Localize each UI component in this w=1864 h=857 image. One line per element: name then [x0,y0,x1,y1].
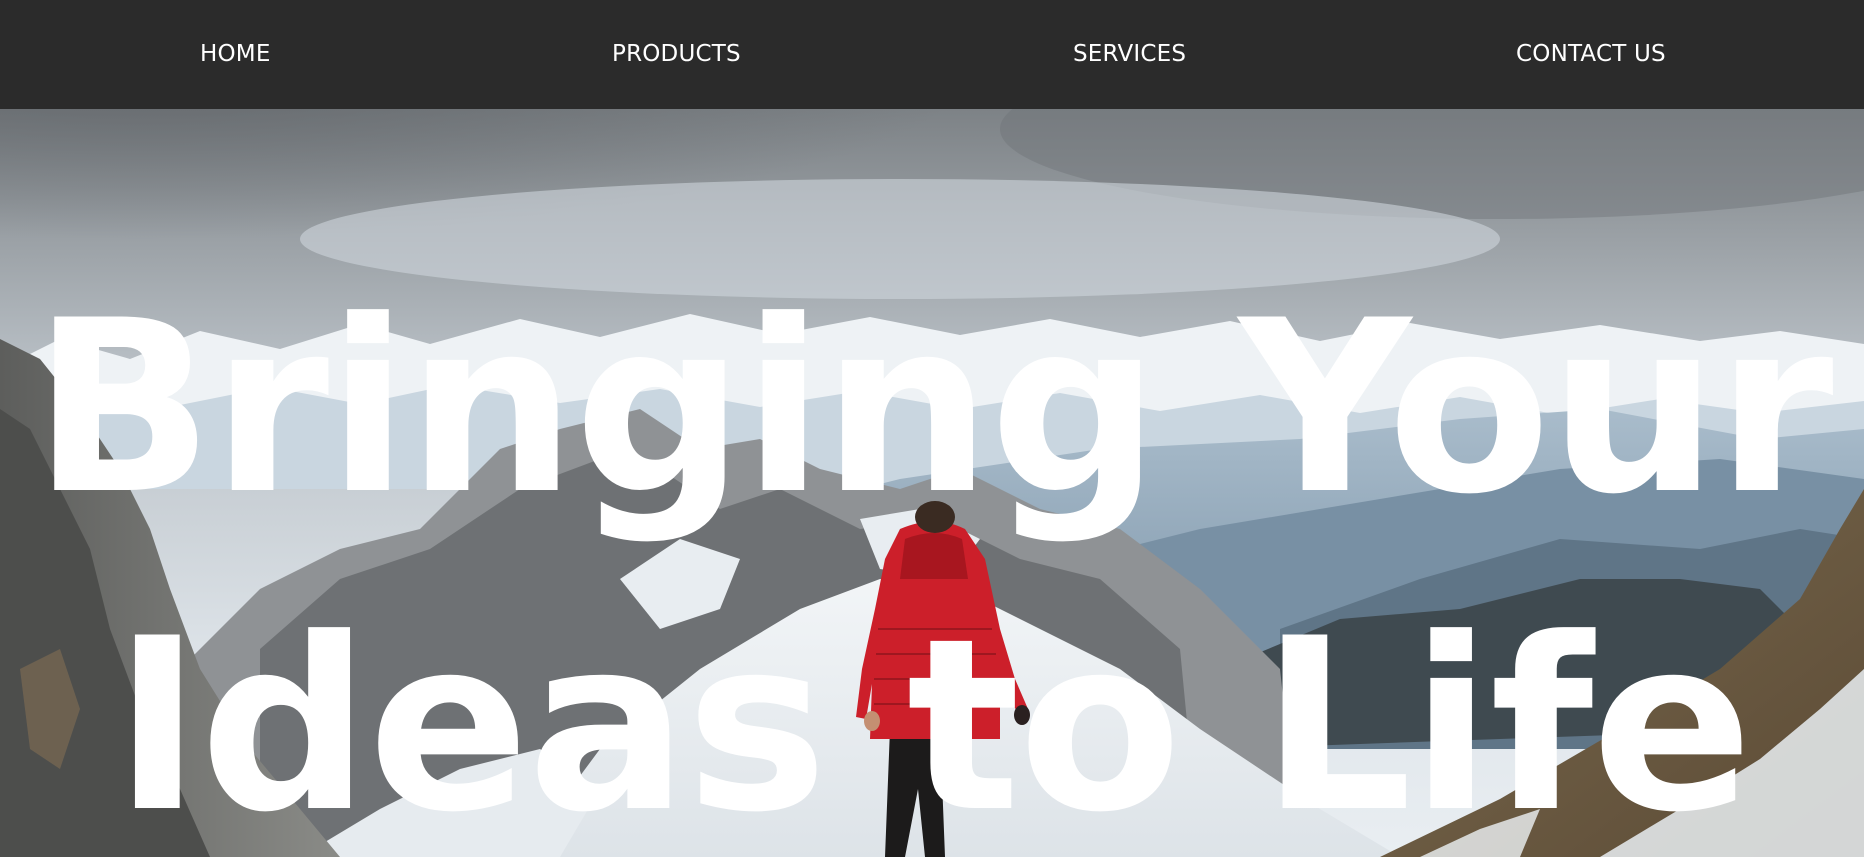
nav-link-services[interactable]: SERVICES [1073,0,1186,109]
hero-section: Bringing Your Ideas to Life [0,109,1864,857]
nav-link-products[interactable]: PRODUCTS [612,0,741,109]
nav-link-home[interactable]: HOME [200,0,271,109]
nav-link-contact-us[interactable]: CONTACT US [1516,0,1666,109]
top-navigation-bar: HOME PRODUCTS SERVICES CONTACT US [0,0,1864,109]
hero-background-image [0,109,1864,857]
